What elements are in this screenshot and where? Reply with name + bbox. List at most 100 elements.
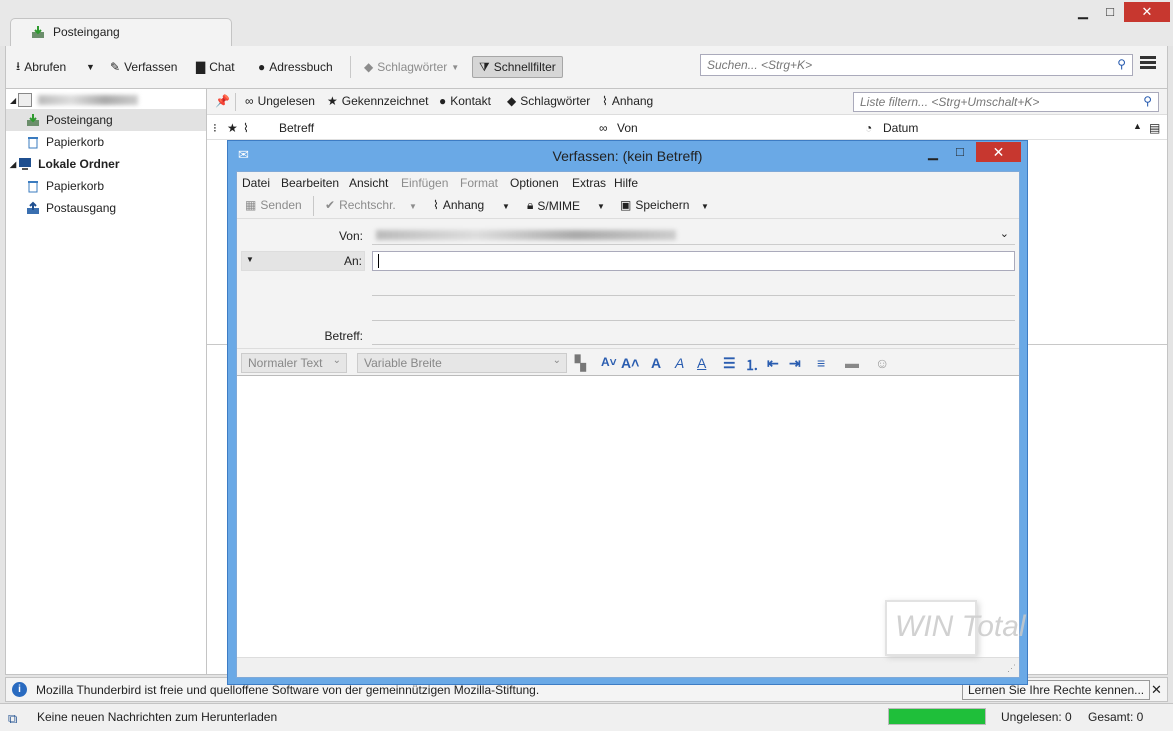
close-notification-icon[interactable]: ✕ <box>1151 682 1162 698</box>
menu-hilfe[interactable]: Hilfe <box>614 176 638 190</box>
column-picker-icon[interactable]: ▤ <box>1149 121 1160 135</box>
from-address <box>376 230 676 240</box>
compose-minimize-button[interactable]: ▁ <box>928 145 938 161</box>
folder-item-papierkorb-local[interactable]: Papierkorb <box>6 175 206 197</box>
spellcheck-label: Rechtschr. <box>339 198 396 212</box>
attach-button[interactable]: ⌇ Anhang <box>433 198 484 212</box>
dropdown-arrow-icon: ▼ <box>701 202 709 211</box>
separator <box>235 93 236 111</box>
font-smaller-icon[interactable]: A˅ <box>601 355 617 369</box>
text-cursor <box>378 254 379 268</box>
column-from[interactable]: Von <box>617 121 638 135</box>
menu-optionen[interactable]: Optionen <box>510 176 559 190</box>
text-color-icon[interactable]: ▚ <box>575 355 586 372</box>
to-label: An: <box>343 254 362 268</box>
star-icon: ★ <box>327 94 338 108</box>
underline-icon[interactable]: A <box>697 355 706 371</box>
get-mail-button[interactable]: ⭳ Abrufen <box>16 56 66 78</box>
account-row[interactable]: ◢ <box>6 89 206 111</box>
menu-datei[interactable]: Datei <box>242 176 270 190</box>
menu-extras[interactable]: Extras <box>572 176 606 190</box>
to-input[interactable] <box>372 251 1015 271</box>
search-input[interactable]: Suchen... <Strg+K> ⚲ <box>700 54 1133 76</box>
column-date[interactable]: Datum <box>883 121 918 135</box>
outdent-icon[interactable]: ⇤ <box>767 355 779 372</box>
spellcheck-button[interactable]: ✔ Rechtschr. <box>325 198 396 212</box>
notification-message: Mozilla Thunderbird ist freie und quello… <box>36 683 540 697</box>
font-select[interactable]: Variable Breite ⌄ <box>357 353 567 373</box>
send-label: Senden <box>260 198 302 212</box>
attach-dropdown[interactable]: ▼ <box>502 202 510 211</box>
online-status-icon[interactable]: ⧉ <box>8 711 17 727</box>
close-button[interactable]: ✕ <box>1124 2 1170 22</box>
font-value: Variable Breite <box>364 356 442 370</box>
download-icon: ⭳ <box>16 58 21 73</box>
spellcheck-dropdown[interactable]: ▼ <box>409 202 417 211</box>
from-select[interactable]: ⌄ <box>372 225 1015 245</box>
local-folders-label: Lokale Ordner <box>38 157 120 171</box>
filter-flagged[interactable]: ★ Gekennzeichnet <box>327 94 429 108</box>
save-dropdown[interactable]: ▼ <box>701 202 709 211</box>
recipient-row-3[interactable] <box>372 320 1015 321</box>
numbered-list-icon[interactable]: ⒈ <box>745 355 759 375</box>
folder-item-papierkorb[interactable]: Papierkorb <box>6 131 206 153</box>
local-folders-row[interactable]: ◢ Lokale Ordner <box>6 153 206 175</box>
align-icon[interactable]: ≡ <box>817 355 825 371</box>
menu-format[interactable]: Format <box>460 176 498 190</box>
tags-button[interactable]: ◆ Schlagwörter ▼ <box>364 56 459 78</box>
filter-list-input[interactable]: Liste filtern... <Strg+Umschalt+K> ⚲ <box>853 92 1159 112</box>
thread-column-icon[interactable]: ⁝ <box>213 121 217 135</box>
minimize-button[interactable]: ▁ <box>1070 2 1096 22</box>
smiley-icon[interactable]: ☺ <box>875 355 889 371</box>
recipient-row-2[interactable] <box>372 295 1015 296</box>
save-button[interactable]: ▣ Speichern <box>620 198 689 212</box>
send-button[interactable]: ▦ Senden <box>245 198 302 212</box>
app-menu-button[interactable] <box>1140 56 1156 70</box>
smime-dropdown[interactable]: ▼ <box>597 202 605 211</box>
menu-bearbeiten[interactable]: Bearbeiten <box>281 176 339 190</box>
menu-einfuegen[interactable]: Einfügen <box>401 176 448 190</box>
folder-item-postausgang[interactable]: Postausgang <box>6 197 206 219</box>
chevron-down-icon: ⌄ <box>332 355 341 366</box>
trash-icon <box>28 181 38 193</box>
folder-label: Posteingang <box>46 113 113 127</box>
tag-icon: ◆ <box>507 94 517 108</box>
subject-input[interactable] <box>372 344 1015 345</box>
indent-icon[interactable]: ⇥ <box>789 355 801 372</box>
font-larger-icon[interactable]: A˄ <box>621 355 639 371</box>
bullet-list-icon[interactable]: ☰ <box>723 355 736 372</box>
filter-contact[interactable]: ● Kontakt <box>439 94 491 108</box>
clock-icon: ◔ <box>865 121 873 135</box>
account-icon <box>18 93 33 107</box>
address-book-button[interactable]: ● Adressbuch <box>258 56 333 78</box>
smime-button[interactable]: 🔒︎ S/MIME <box>527 198 580 213</box>
attachment-column-icon[interactable]: ⌇ <box>243 121 249 135</box>
star-column-icon[interactable]: ★ <box>227 121 238 135</box>
chat-button[interactable]: ▇ Chat <box>196 56 235 78</box>
sticky-pin-button[interactable]: 📌 <box>215 94 230 108</box>
bold-icon[interactable]: A <box>651 355 661 371</box>
inbox-download-icon <box>32 26 44 38</box>
italic-icon[interactable]: A <box>675 355 684 371</box>
filter-unread[interactable]: ∞ Ungelesen <box>245 94 315 108</box>
get-mail-dropdown[interactable]: ▼ <box>86 56 95 78</box>
insert-icon[interactable]: ▬ <box>845 355 859 371</box>
filter-contact-label: Kontakt <box>450 94 491 108</box>
filter-attachment[interactable]: ⌇ Anhang <box>602 94 653 108</box>
resize-grip-icon[interactable]: ⋰ <box>1007 663 1016 674</box>
compose-titlebar[interactable]: ✉ Verfassen: (kein Betreff) ▁ □ ✕ <box>228 141 1027 171</box>
column-header: ⁝ ★ ⌇ Betreff ∞ Von ◔ Datum ▲ ▤ <box>207 116 1167 140</box>
tab-posteingang[interactable]: Posteingang <box>10 18 232 48</box>
quick-filter-button[interactable]: ⧩ Schnellfilter <box>472 56 563 78</box>
recipient-type-select[interactable]: ▼ An: <box>241 251 365 271</box>
folder-item-posteingang[interactable]: Posteingang <box>6 109 206 131</box>
menu-ansicht[interactable]: Ansicht <box>349 176 388 190</box>
filter-tags[interactable]: ◆ Schlagwörter <box>507 94 590 108</box>
compose-maximize-button[interactable]: □ <box>956 144 964 159</box>
paragraph-format-select[interactable]: Normaler Text ⌄ <box>241 353 347 373</box>
compose-close-button[interactable]: ✕ <box>976 142 1021 162</box>
maximize-button[interactable]: □ <box>1097 2 1123 22</box>
column-subject[interactable]: Betreff <box>279 121 314 135</box>
write-button[interactable]: ✎ Verfassen <box>110 56 177 78</box>
info-icon: i <box>12 682 27 697</box>
